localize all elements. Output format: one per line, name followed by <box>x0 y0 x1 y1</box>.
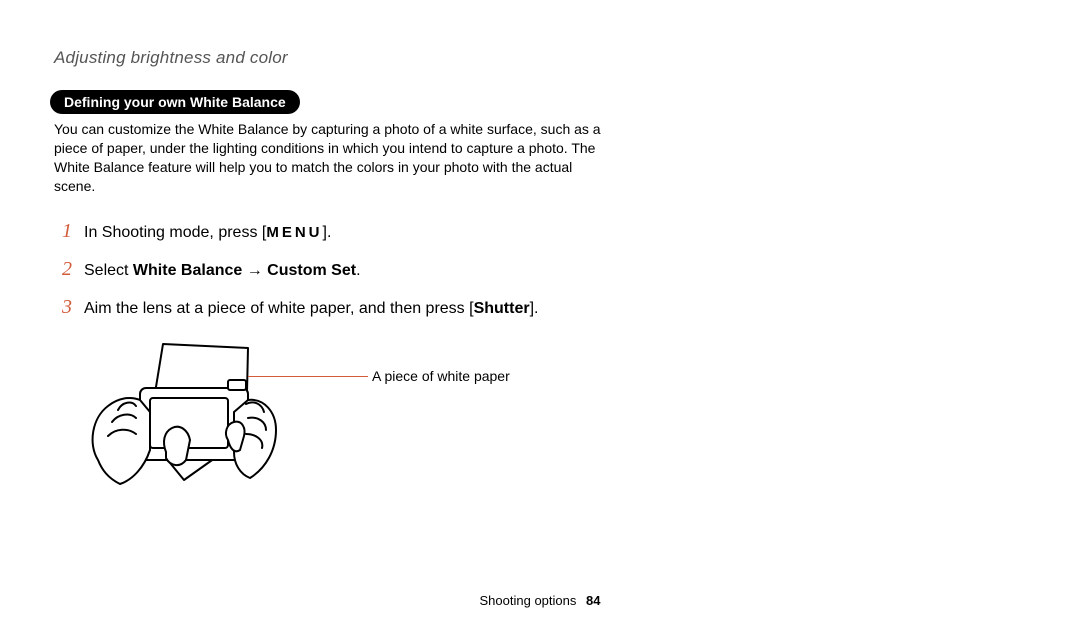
bold-text: White Balance <box>133 262 242 279</box>
menu-label: MENU <box>266 224 322 241</box>
footer-section: Shooting options <box>480 593 577 608</box>
text: Aim the lens at a piece of white paper, … <box>84 300 474 317</box>
footer-page-number: 84 <box>586 593 600 608</box>
bold-text: Custom Set <box>267 262 356 279</box>
bold-text: Shutter <box>474 300 530 317</box>
step-list: 1 In Shooting mode, press [MENU]. 2 Sele… <box>54 212 694 326</box>
page-footer: Shooting options 84 <box>0 593 1080 608</box>
text: ]. <box>530 300 539 317</box>
section-description: You can customize the White Balance by c… <box>54 120 614 196</box>
step-body: In Shooting mode, press [MENU]. <box>84 218 331 248</box>
text: In Shooting mode, press [ <box>84 224 266 241</box>
step-body: Select White Balance → Custom Set. <box>84 256 361 286</box>
section-title-pill: Defining your own White Balance <box>50 90 300 114</box>
step-number: 1 <box>54 212 72 250</box>
step-body: Aim the lens at a piece of white paper, … <box>84 294 538 324</box>
step-1: 1 In Shooting mode, press [MENU]. <box>54 212 694 250</box>
step-number: 3 <box>54 288 72 326</box>
text: Select <box>84 262 133 279</box>
camera-hands-illustration <box>78 340 278 500</box>
callout-label: A piece of white paper <box>372 368 510 384</box>
step-number: 2 <box>54 250 72 288</box>
running-head: Adjusting brightness and color <box>54 48 1026 68</box>
step-2: 2 Select White Balance → Custom Set. <box>54 250 694 288</box>
step-3: 3 Aim the lens at a piece of white paper… <box>54 288 694 326</box>
callout-line <box>248 376 368 377</box>
text: ]. <box>323 224 332 241</box>
text: . <box>356 262 360 279</box>
text: → <box>242 262 267 279</box>
figure: A piece of white paper <box>78 340 638 510</box>
